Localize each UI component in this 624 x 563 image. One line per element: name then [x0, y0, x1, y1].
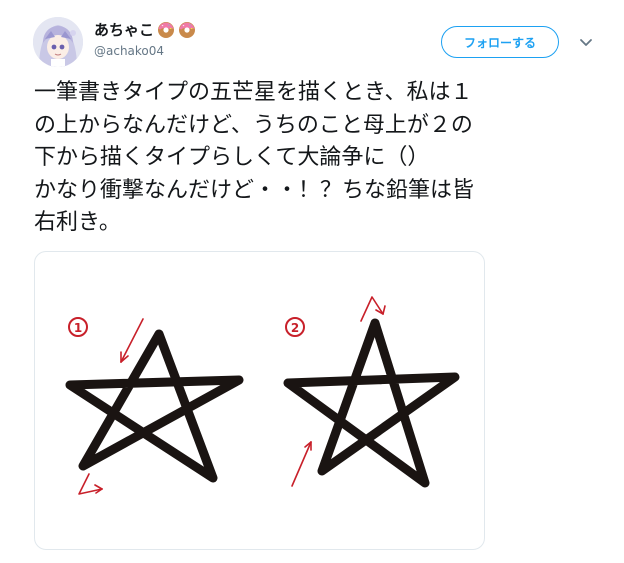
stroke-direction-arrow-1b	[78, 473, 103, 495]
stroke-direction-arrow-2	[291, 441, 312, 487]
donut-icon	[178, 21, 196, 39]
chevron-down-icon[interactable]	[578, 34, 594, 50]
stroke-direction-arrow-2b	[360, 296, 386, 322]
label-2: 2	[285, 317, 305, 337]
display-name-row[interactable]: あちゃこ	[94, 20, 394, 40]
user-handle[interactable]: @achako04	[94, 43, 394, 60]
tweet-card: あちゃこ @achako04 フォローする 一筆書きタイプの五芒星を描くとき、私…	[0, 0, 624, 563]
follow-button[interactable]: フォローする	[441, 26, 559, 58]
label-1: 1	[68, 317, 88, 337]
stroke-direction-arrow-1	[120, 318, 144, 363]
star-2-drawing	[283, 318, 460, 488]
display-name[interactable]: あちゃこ	[94, 20, 154, 40]
star-1-drawing	[65, 329, 244, 483]
user-info: あちゃこ @achako04	[94, 20, 394, 60]
tweet-media-image[interactable]: 1 2	[34, 251, 485, 550]
svg-text:1: 1	[74, 321, 82, 335]
avatar[interactable]	[33, 17, 83, 67]
donut-icon	[157, 21, 175, 39]
tweet-text: 一筆書きタイプの五芒星を描くとき、私は１ の上からなんだけど、うちのこと母上が２…	[34, 80, 475, 235]
svg-text:2: 2	[291, 321, 299, 335]
